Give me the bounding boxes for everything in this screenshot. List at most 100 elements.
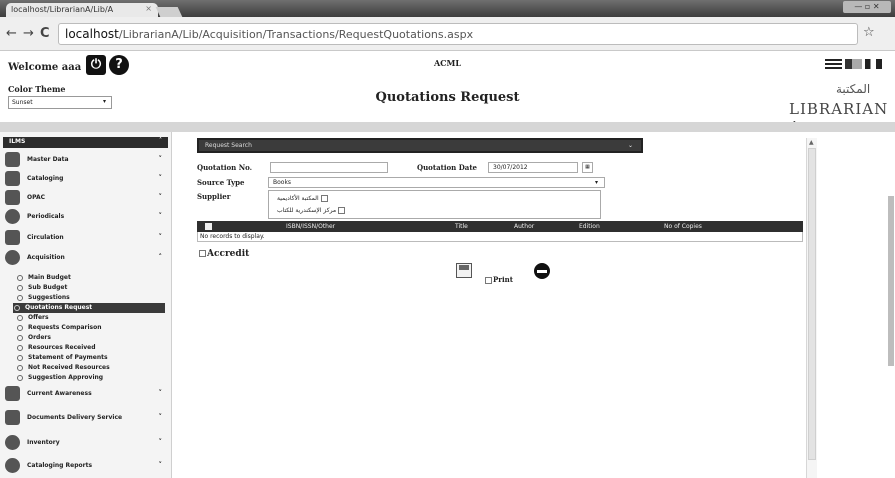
browser-toolbar: ← → C localhost/LibrarianA/Lib/Acquisiti…	[0, 17, 895, 51]
bullet-icon	[17, 335, 23, 341]
sidebar-item-orders[interactable]: Orders	[16, 333, 168, 343]
supplier-label: Supplier	[197, 192, 231, 201]
sidebar-item-current-awareness[interactable]: Current Awareness ˅	[2, 384, 168, 403]
bullet-icon	[17, 375, 23, 381]
col-isbn[interactable]: ISBN/ISSN/Other	[286, 221, 335, 232]
grid-empty-message: No records to display.	[197, 232, 803, 242]
app-header: Welcome aaa ⏻ ? Color Theme Sunset ▾ ACM…	[0, 51, 895, 136]
sidebar-item-suggestion-approving[interactable]: Suggestion Approving	[16, 373, 168, 383]
tab-close-icon[interactable]: ×	[145, 4, 152, 13]
new-tab-button[interactable]	[155, 7, 183, 17]
header-divider	[0, 122, 895, 132]
select-all-checkbox[interactable]	[205, 223, 212, 230]
current-awareness-icon	[5, 386, 20, 401]
sidebar-title[interactable]: ILMS ˄	[3, 137, 168, 148]
calendar-icon[interactable]: ▦	[582, 162, 593, 173]
col-author[interactable]: Author	[514, 221, 534, 232]
grid-header: ISBN/ISSN/Other Title Author Edition No …	[197, 221, 803, 232]
periodicals-icon	[5, 209, 20, 224]
cataloging-reports-icon	[5, 458, 20, 473]
page-title: Quotations Request	[375, 90, 520, 105]
url-host: localhost	[65, 27, 119, 41]
bullet-icon	[17, 345, 23, 351]
sidebar-item-acquisition[interactable]: Acquisition ˄	[2, 248, 168, 267]
sidebar-item-circulation[interactable]: Circulation ˅	[2, 228, 168, 247]
quotation-no-input[interactable]	[270, 162, 388, 173]
sidebar-item-main-budget[interactable]: Main Budget	[16, 273, 168, 283]
chevron-down-icon: ⌄	[627, 142, 633, 149]
quotation-date-label: Quotation Date	[417, 163, 478, 172]
bullet-icon	[17, 325, 23, 331]
bullet-icon	[17, 355, 23, 361]
sidebar-item-requests-comparison[interactable]: Requests Comparison	[16, 323, 168, 333]
tab-title: localhost/LibrarianA/Lib/A	[11, 5, 114, 14]
sidebar: ILMS ˄ Master Data ˅ Cataloging ˅ OPAC ˅ Per…	[0, 132, 172, 478]
master-data-icon	[5, 152, 20, 167]
save-icon[interactable]	[456, 263, 472, 278]
scrollbar-thumb[interactable]	[808, 148, 816, 460]
col-copies[interactable]: No of Copies	[664, 221, 702, 232]
sidebar-item-opac[interactable]: OPAC ˅	[2, 188, 168, 207]
flag-us-icon[interactable]	[845, 59, 862, 69]
checkbox-icon[interactable]	[199, 250, 206, 257]
bullet-icon	[17, 315, 23, 321]
sidebar-item-cataloging-reports[interactable]: Cataloging Reports ˅	[2, 456, 168, 475]
main-content: Request Search ⌄ Quotation No. Quotation…	[172, 132, 895, 478]
supplier-checkbox[interactable]	[338, 207, 346, 214]
supplier-item[interactable]: مركز الإسكندرية للكتاب	[277, 207, 346, 214]
cancel-icon[interactable]	[534, 263, 550, 279]
bullet-icon	[17, 285, 23, 291]
source-type-label: Source Type	[197, 178, 245, 187]
supplier-item[interactable]: المكتبة الأكاديمية	[277, 195, 328, 202]
window-controls[interactable]: — ▫ ✕	[843, 1, 891, 13]
bullet-icon	[17, 365, 23, 371]
bookmark-star-icon[interactable]: ☆	[863, 25, 875, 40]
source-type-value: Books	[273, 179, 292, 186]
sidebar-item-offers[interactable]: Offers	[16, 313, 168, 323]
reload-icon[interactable]: C	[40, 26, 50, 41]
forward-icon[interactable]: →	[23, 26, 34, 41]
bullet-icon	[14, 305, 20, 311]
quotation-no-label: Quotation No.	[197, 163, 253, 172]
sidebar-item-statement-of-payments[interactable]: Statement of Payments	[16, 353, 168, 363]
documents-delivery-icon	[5, 410, 20, 425]
sidebar-item-inventory[interactable]: Inventory ˅	[2, 433, 168, 452]
accredit-checkbox[interactable]: Accredit	[199, 249, 249, 259]
sidebar-item-sub-budget[interactable]: Sub Budget	[16, 283, 168, 293]
bullet-icon	[17, 275, 23, 281]
circulation-icon	[5, 230, 20, 245]
opac-icon	[5, 190, 20, 205]
vertical-scrollbar[interactable]: ▲	[806, 138, 817, 478]
supplier-checkbox[interactable]	[320, 195, 328, 202]
sidebar-item-documents-delivery[interactable]: Documents Delivery Service ˅	[2, 408, 168, 427]
source-type-select[interactable]: Books ▾	[268, 177, 605, 188]
flag-fr-icon[interactable]	[865, 59, 882, 69]
inventory-icon	[5, 435, 20, 450]
sidebar-item-quotations-request[interactable]: Quotations Request	[13, 303, 165, 313]
supplier-list: المكتبة الأكاديمية مركز الإسكندرية للكتا…	[268, 190, 601, 219]
quotation-date-input[interactable]: 30/07/2012	[488, 162, 578, 173]
bullet-icon	[17, 295, 23, 301]
request-search-bar[interactable]: Request Search ⌄	[197, 138, 643, 153]
chevron-down-icon: ▾	[594, 179, 598, 186]
print-checkbox[interactable]: Print	[485, 275, 513, 284]
col-edition[interactable]: Edition	[579, 221, 600, 232]
acquisition-icon	[5, 250, 20, 265]
page-scrollbar[interactable]	[888, 196, 894, 366]
col-title[interactable]: Title	[455, 221, 468, 232]
org-name: ACML	[433, 58, 462, 68]
browser-tab[interactable]: localhost/LibrarianA/Lib/A ×	[6, 3, 158, 17]
sidebar-item-suggestions[interactable]: Suggestions	[16, 293, 168, 303]
sidebar-item-cataloging[interactable]: Cataloging ˅	[2, 169, 168, 188]
logo-arabic: المكتبة	[836, 82, 871, 96]
cataloging-icon	[5, 171, 20, 186]
checkbox-icon[interactable]	[485, 276, 492, 284]
sidebar-item-not-received-resources[interactable]: Not Received Resources	[16, 363, 168, 373]
browser-title-bar: localhost/LibrarianA/Lib/A × — ▫ ✕	[0, 0, 895, 17]
sidebar-item-periodicals[interactable]: Periodicals ˅	[2, 207, 168, 226]
sidebar-item-resources-received[interactable]: Resources Received	[16, 343, 168, 353]
menu-icon[interactable]	[825, 59, 842, 69]
sidebar-item-master-data[interactable]: Master Data ˅	[2, 150, 168, 169]
url-bar[interactable]: localhost/LibrarianA/Lib/Acquisition/Tra…	[58, 23, 858, 45]
back-icon[interactable]: ←	[6, 26, 17, 41]
